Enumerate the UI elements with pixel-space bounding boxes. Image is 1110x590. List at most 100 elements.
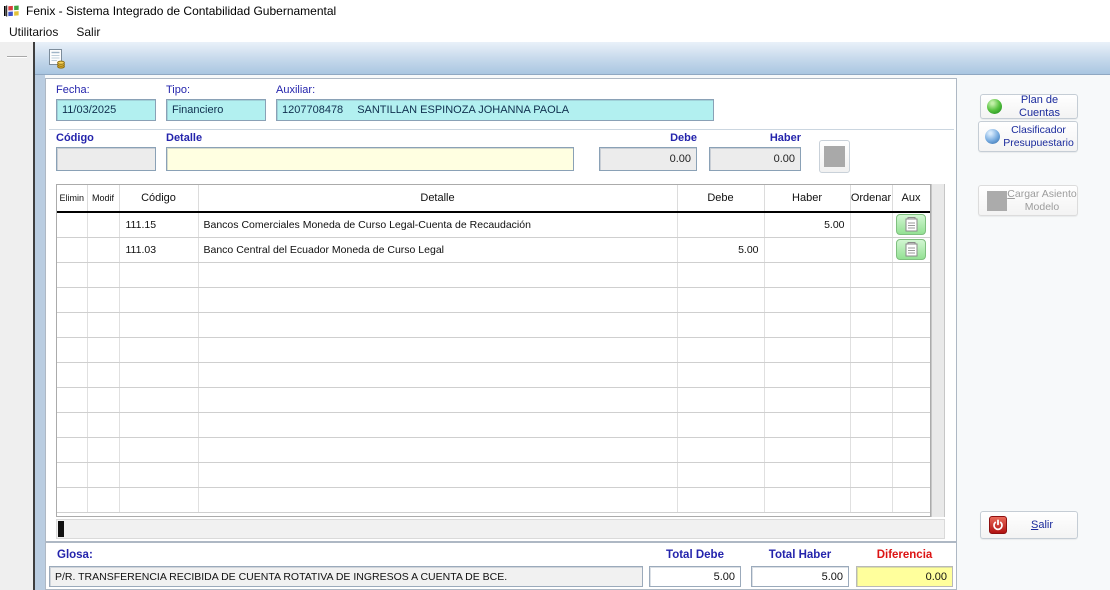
haber-label: Haber	[725, 132, 801, 144]
cell-ordenar	[850, 437, 892, 462]
table-row[interactable]	[57, 487, 930, 512]
splitter-grip[interactable]	[7, 56, 27, 58]
cell-debe	[677, 487, 764, 512]
fecha-input[interactable]: 11/03/2025	[56, 99, 156, 121]
cell-elimin	[57, 262, 87, 287]
cell-codigo	[119, 487, 198, 512]
tipo-input[interactable]: Financiero	[166, 99, 266, 121]
cell-debe: 5.00	[677, 237, 764, 262]
cell-ordenar	[850, 487, 892, 512]
new-entry-toolbar-button[interactable]	[44, 46, 70, 72]
menu-utilitarios[interactable]: Utilitarios	[0, 23, 67, 41]
cell-debe	[677, 462, 764, 487]
salir-button[interactable]: Salir	[980, 511, 1078, 539]
detalle-entry-input[interactable]	[166, 147, 574, 171]
cell-debe	[677, 262, 764, 287]
table-vertical-scrollbar[interactable]	[931, 184, 945, 517]
table-row[interactable]: 111.15Bancos Comerciales Moneda de Curso…	[57, 212, 930, 237]
aux-button[interactable]	[896, 239, 926, 260]
cell-modif	[87, 462, 119, 487]
cell-haber	[764, 487, 850, 512]
cargar-asiento-modelo-button: Cargar Asiento Modelo	[978, 185, 1078, 216]
cell-modif	[87, 212, 119, 237]
table-row[interactable]	[57, 287, 930, 312]
cell-haber	[764, 387, 850, 412]
cell-modif	[87, 387, 119, 412]
table-horizontal-scrollbar[interactable]	[56, 519, 945, 539]
cell-haber	[764, 312, 850, 337]
cell-haber	[764, 412, 850, 437]
auxiliar-name: SANTILLAN ESPINOZA JOHANNA PAOLA	[357, 104, 569, 116]
table-row[interactable]	[57, 337, 930, 362]
cell-codigo	[119, 412, 198, 437]
cell-debe	[677, 387, 764, 412]
cell-elimin	[57, 412, 87, 437]
cell-codigo	[119, 312, 198, 337]
tipo-label: Tipo:	[166, 84, 190, 96]
cell-codigo	[119, 337, 198, 362]
aux-button[interactable]	[896, 214, 926, 235]
plan-de-cuentas-button[interactable]: Plan de Cuentas	[980, 94, 1078, 119]
cell-haber	[764, 437, 850, 462]
journal-entry-panel: Fecha: Tipo: Auxiliar: 11/03/2025 Financ…	[45, 78, 957, 542]
cell-detalle: Banco Central del Ecuador Moneda de Curs…	[198, 237, 677, 262]
cell-detalle	[198, 262, 677, 287]
windows-logo-icon	[4, 4, 20, 18]
cell-elimin	[57, 387, 87, 412]
section-separator	[49, 129, 954, 130]
table-row[interactable]	[57, 412, 930, 437]
plan-de-cuentas-label: Plan de Cuentas	[1002, 94, 1077, 119]
auxiliar-input[interactable]: 1207708478SANTILLAN ESPINOZA JOHANNA PAO…	[276, 99, 714, 121]
table-row[interactable]	[57, 312, 930, 337]
toolbar	[35, 42, 1110, 75]
cell-detalle	[198, 387, 677, 412]
cell-modif	[87, 237, 119, 262]
green-sphere-icon	[987, 99, 1002, 114]
table-row[interactable]	[57, 462, 930, 487]
glosa-input[interactable]: P/R. TRANSFERENCIA RECIBIDA DE CUENTA RO…	[49, 566, 643, 587]
cell-detalle: Bancos Comerciales Moneda de Curso Legal…	[198, 212, 677, 237]
menu-salir[interactable]: Salir	[67, 23, 109, 41]
table-row[interactable]	[57, 437, 930, 462]
debe-entry-input: 0.00	[599, 147, 697, 171]
cell-modif	[87, 287, 119, 312]
table-row[interactable]: 111.03Banco Central del Ecuador Moneda d…	[57, 237, 930, 262]
cell-detalle	[198, 312, 677, 337]
cell-aux	[892, 262, 930, 287]
cell-aux	[892, 387, 930, 412]
entries-table-body: 111.15Bancos Comerciales Moneda de Curso…	[57, 212, 930, 512]
cell-modif	[87, 337, 119, 362]
cell-haber: 5.00	[764, 212, 850, 237]
cell-ordenar	[850, 362, 892, 387]
cell-debe	[677, 212, 764, 237]
diferencia-label: Diferencia	[856, 549, 953, 561]
table-row[interactable]	[57, 362, 930, 387]
menu-bar: Utilitarios Salir	[0, 22, 1110, 42]
cell-ordenar	[850, 262, 892, 287]
cell-codigo	[119, 437, 198, 462]
cell-codigo	[119, 362, 198, 387]
cell-elimin	[57, 462, 87, 487]
codigo-label: Código	[56, 132, 94, 144]
cell-detalle	[198, 487, 677, 512]
fecha-label: Fecha:	[56, 84, 90, 96]
cell-aux	[892, 362, 930, 387]
haber-entry-input: 0.00	[709, 147, 801, 171]
table-row[interactable]	[57, 387, 930, 412]
table-row[interactable]	[57, 262, 930, 287]
cell-haber	[764, 337, 850, 362]
cell-aux	[892, 437, 930, 462]
cell-elimin	[57, 287, 87, 312]
salir-label: Salir	[1007, 519, 1077, 532]
clasificador-presupuestario-button[interactable]: Clasificador Presupuestario	[978, 121, 1078, 152]
scrollbar-thumb[interactable]	[58, 521, 64, 537]
cell-ordenar	[850, 312, 892, 337]
detalle-label: Detalle	[166, 132, 202, 144]
cell-debe	[677, 337, 764, 362]
total-debe-value: 5.00	[649, 566, 741, 587]
left-collapsed-panel	[0, 42, 33, 590]
cell-codigo: 111.15	[119, 212, 198, 237]
cell-modif	[87, 262, 119, 287]
cell-modif	[87, 312, 119, 337]
total-haber-value: 5.00	[751, 566, 849, 587]
